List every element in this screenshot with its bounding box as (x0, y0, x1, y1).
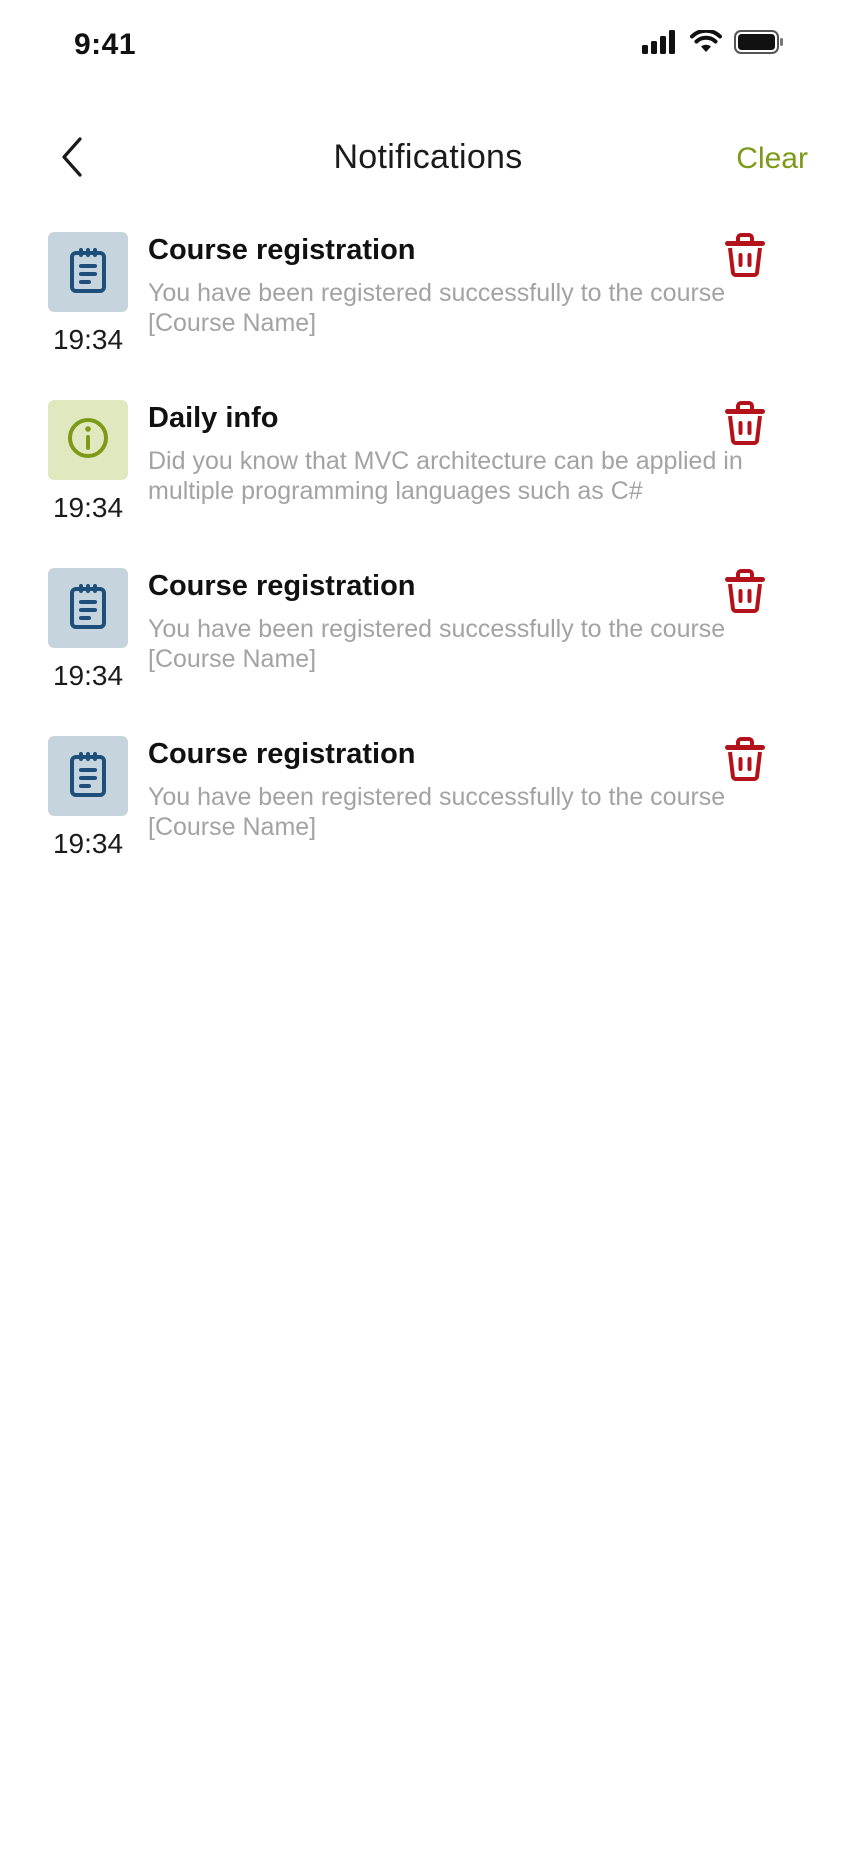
notification-item[interactable]: 19:34 Course registration You have been … (0, 568, 856, 736)
notification-time: 19:34 (52, 492, 124, 523)
notification-icon-box (48, 232, 128, 312)
notification-time: 19:34 (52, 828, 124, 859)
delete-button[interactable] (720, 736, 770, 786)
status-bar: 9:41 (0, 0, 856, 96)
clipboard-icon (68, 751, 108, 802)
wifi-icon (690, 28, 722, 59)
header: Notifications Clear (0, 130, 856, 192)
clear-button[interactable]: Clear (736, 142, 808, 176)
notification-body: You have been registered successfully to… (148, 615, 726, 673)
delete-button[interactable] (720, 568, 770, 618)
trash-icon (723, 232, 767, 282)
trash-icon (723, 400, 767, 450)
notification-title: Daily info (148, 402, 279, 434)
notification-item[interactable]: 19:34 Course registration You have been … (0, 232, 856, 400)
notification-item[interactable]: 19:34 Course registration You have been … (0, 736, 856, 904)
delete-button[interactable] (720, 232, 770, 282)
battery-icon (734, 30, 784, 59)
info-icon (66, 416, 110, 465)
status-time: 9:41 (74, 28, 137, 61)
notification-time: 19:34 (52, 660, 124, 691)
status-icons (642, 28, 784, 59)
delete-button[interactable] (720, 400, 770, 450)
clipboard-icon (68, 247, 108, 298)
notification-body: Did you know that MVC architecture can b… (148, 447, 743, 505)
trash-icon (723, 568, 767, 618)
notification-time: 19:34 (52, 324, 124, 355)
notification-title: Course registration (148, 570, 416, 602)
notification-icon-box (48, 568, 128, 648)
notification-body: You have been registered successfully to… (148, 783, 726, 841)
page-title: Notifications (333, 138, 523, 176)
notification-body: You have been registered successfully to… (148, 279, 726, 337)
cellular-signal-icon (642, 30, 678, 59)
notification-title: Course registration (148, 234, 416, 266)
clipboard-icon (68, 583, 108, 634)
notification-title: Course registration (148, 738, 416, 770)
notification-list: 19:34 Course registration You have been … (0, 232, 856, 904)
notification-icon-box (48, 736, 128, 816)
notification-icon-box (48, 400, 128, 480)
trash-icon (723, 736, 767, 786)
notification-item[interactable]: 19:34 Daily info Did you know that MVC a… (0, 400, 856, 568)
